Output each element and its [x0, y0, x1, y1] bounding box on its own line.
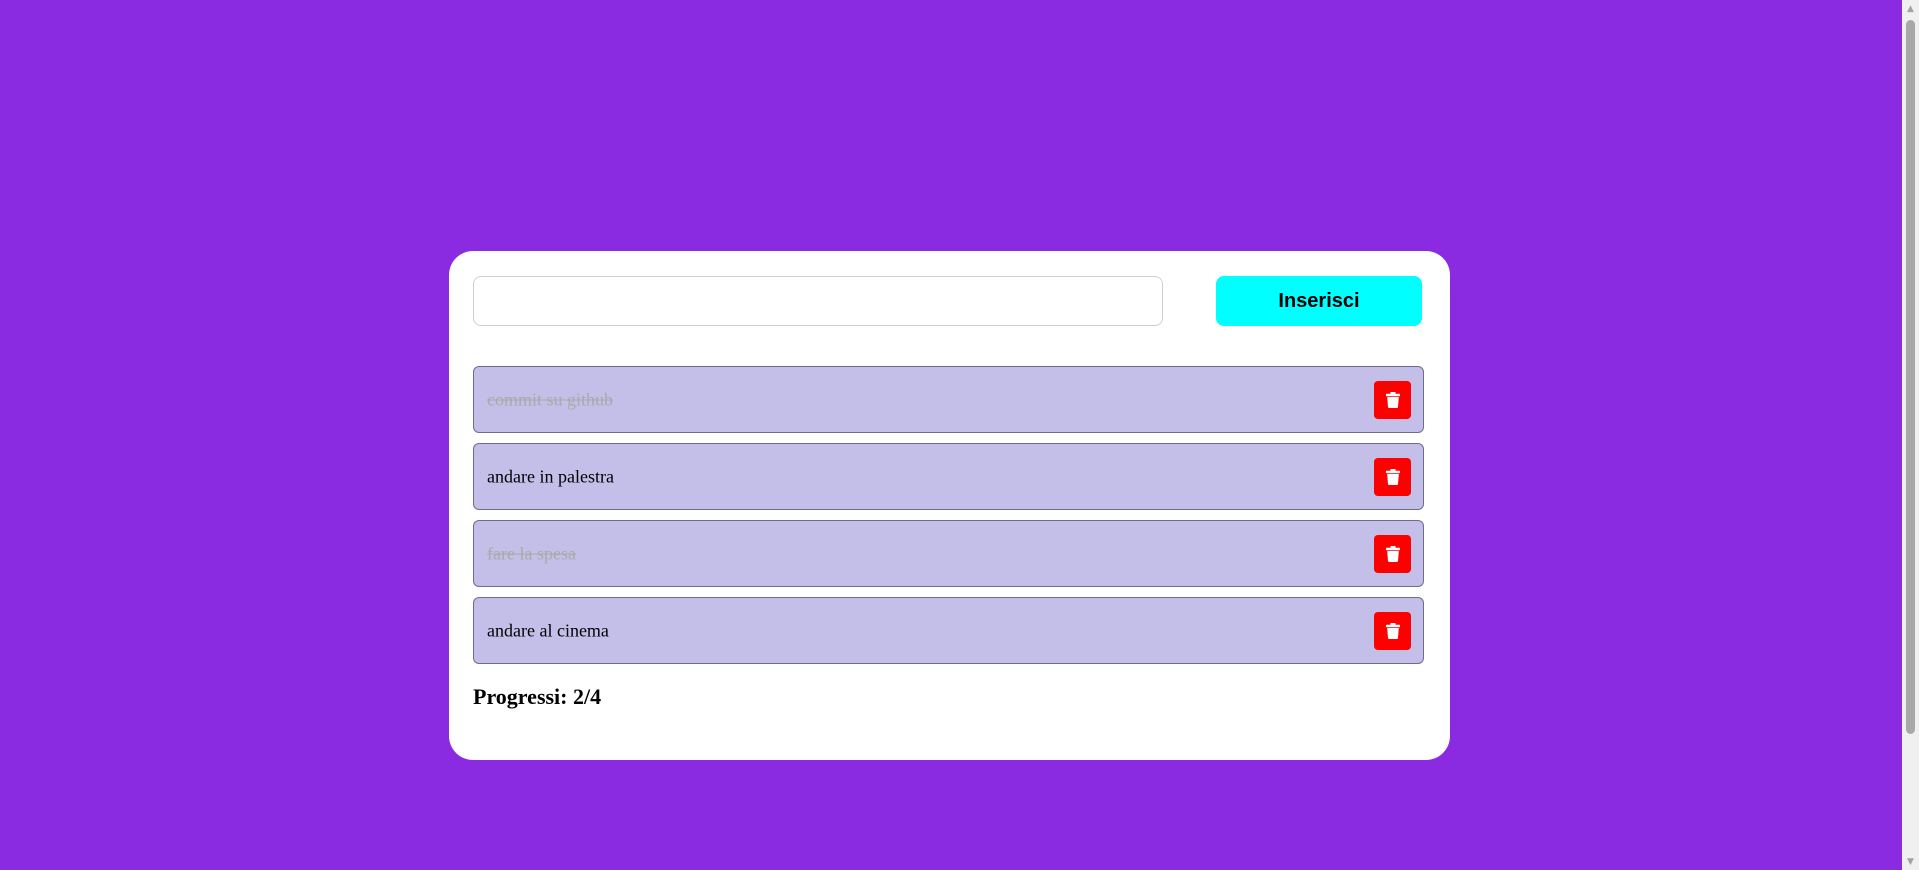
delete-button[interactable] — [1374, 457, 1411, 496]
delete-button[interactable] — [1374, 611, 1411, 650]
trash-icon — [1385, 391, 1400, 408]
scrollbar-thumb[interactable] — [1906, 20, 1915, 734]
vertical-scrollbar[interactable]: ▲ ▼ — [1902, 0, 1919, 870]
todo-item: andare in palestra — [473, 443, 1424, 510]
todo-text[interactable]: andare in palestra — [487, 466, 614, 487]
insert-button[interactable]: Inserisci — [1216, 276, 1422, 326]
todo-text[interactable]: fare la spesa — [487, 543, 576, 564]
delete-button[interactable] — [1374, 534, 1411, 573]
scroll-down-arrow-icon[interactable]: ▼ — [1902, 853, 1919, 870]
todo-item: commit su github — [473, 366, 1424, 433]
todo-text[interactable]: commit su github — [487, 389, 613, 410]
todo-list: commit su github andare in palestra fare… — [473, 366, 1424, 674]
todo-text[interactable]: andare al cinema — [487, 620, 609, 641]
page: Inserisci commit su github andare in pal… — [0, 0, 1919, 870]
progress-counter: Progressi: 2/4 — [473, 684, 602, 709]
trash-icon — [1385, 545, 1400, 562]
todo-card: Inserisci commit su github andare in pal… — [449, 251, 1450, 760]
trash-icon — [1385, 468, 1400, 485]
delete-button[interactable] — [1374, 380, 1411, 419]
scroll-up-arrow-icon[interactable]: ▲ — [1902, 0, 1919, 17]
todo-item: andare al cinema — [473, 597, 1424, 664]
trash-icon — [1385, 622, 1400, 639]
todo-input[interactable] — [473, 276, 1163, 326]
todo-item: fare la spesa — [473, 520, 1424, 587]
